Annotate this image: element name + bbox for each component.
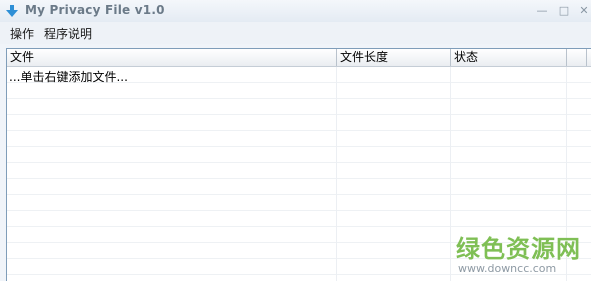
minimize-button[interactable]: —: [533, 3, 551, 19]
column-divider: [450, 67, 451, 281]
column-divider: [336, 67, 337, 281]
column-header-status[interactable]: 状态: [451, 49, 567, 66]
list-item[interactable]: ...单击右键添加文件...: [7, 67, 591, 84]
menu-item-operation[interactable]: 操作: [10, 25, 34, 42]
download-arrow-icon: [6, 5, 18, 17]
menu-bar: 操作 程序说明: [0, 22, 591, 44]
list-item-file: ...单击右键添加文件...: [9, 70, 128, 84]
title-bar: My Privacy File v1.0 — □ ✕: [0, 0, 591, 22]
column-header-empty[interactable]: [567, 49, 587, 66]
column-header-file-length[interactable]: 文件长度: [337, 49, 451, 66]
close-button[interactable]: ✕: [575, 3, 591, 19]
list-header: 文件 文件长度 状态: [7, 49, 591, 67]
window-title: My Privacy File v1.0: [25, 3, 165, 17]
column-header-file[interactable]: 文件: [7, 49, 337, 66]
menu-item-program-help[interactable]: 程序说明: [44, 25, 92, 42]
watermark-url: www.downcc.com: [458, 262, 557, 275]
maximize-button[interactable]: □: [555, 3, 573, 19]
watermark: 绿色资源网 www.downcc.com: [456, 229, 591, 280]
watermark-logo-text: 绿色资源网: [456, 235, 581, 263]
